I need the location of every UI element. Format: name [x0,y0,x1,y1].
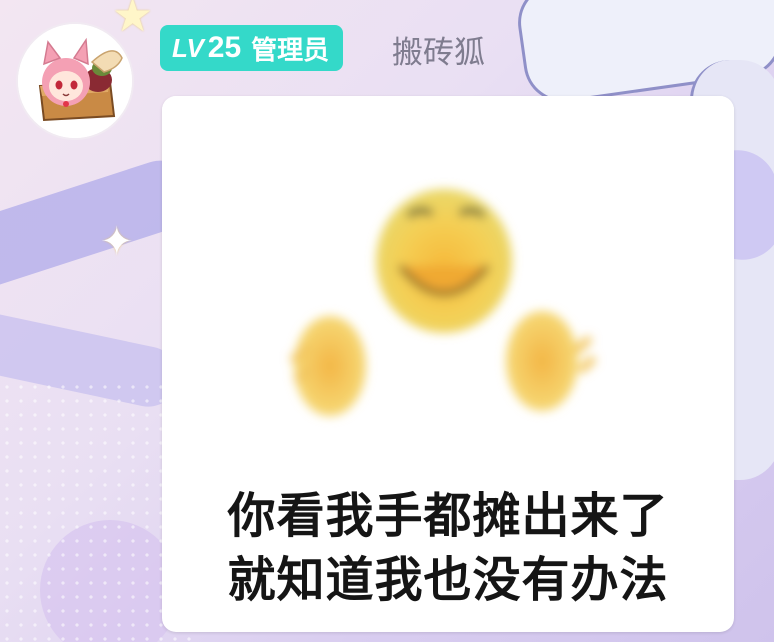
star-icon: ★ [112,0,154,42]
level-role-badge: LV 25 管理员 [160,25,344,71]
level-prefix: LV [172,32,204,63]
shrugging-emoji-icon [162,96,734,476]
caption-line: 你看我手都摊出来了 [227,488,669,544]
role-label: 管理员 [251,35,330,66]
user-avatar[interactable] [18,24,132,138]
sparkle-icon: ✦ [100,219,134,265]
caption-line: 就知道我也没有办法 [227,552,669,608]
sticker-message[interactable]: 你看我手都摊出来了 就知道我也没有办法 [162,96,734,632]
level-number: 25 [207,31,242,64]
sender-username[interactable]: 搬砖狐 [392,27,485,72]
fox-girl-avatar-icon [18,24,132,138]
sticker-caption: 你看我手都摊出来了 就知道我也没有办法 [162,484,734,612]
